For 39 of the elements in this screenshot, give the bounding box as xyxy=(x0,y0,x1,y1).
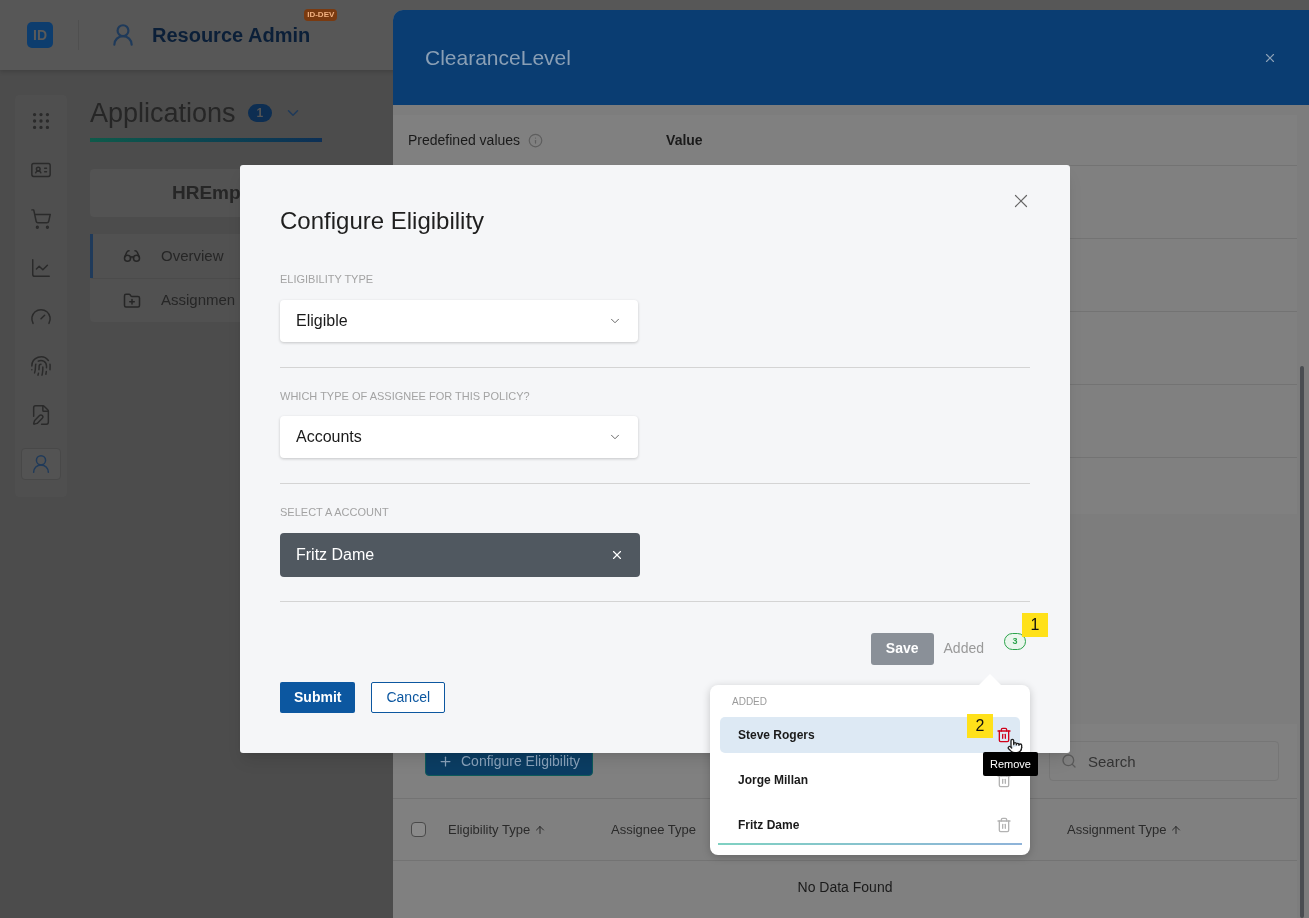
search-field[interactable]: Search xyxy=(1049,741,1279,781)
glasses-icon xyxy=(123,247,141,265)
empty-message: No Data Found xyxy=(797,878,893,897)
cart-icon xyxy=(30,208,52,230)
selected-account-chip[interactable]: Fritz Dame xyxy=(280,532,640,577)
column-header: Value xyxy=(666,130,703,150)
sort-arrow-icon xyxy=(534,823,547,836)
remove-tooltip: Remove xyxy=(983,752,1038,776)
plus-icon xyxy=(438,753,453,769)
app-logo: ID xyxy=(27,22,53,48)
count-badge: 3 xyxy=(1004,633,1026,650)
drawer-header: ClearanceLevel xyxy=(393,10,1309,105)
column-header[interactable]: Eligibility Type xyxy=(448,819,611,840)
info-icon xyxy=(528,132,544,148)
field-label: WHICH TYPE OF ASSIGNEE FOR THIS POLICY? xyxy=(280,388,530,404)
count-badge: 1 xyxy=(247,104,273,122)
sort-arrow-icon xyxy=(1170,823,1183,836)
field-label: SELECT A ACCOUNT xyxy=(280,505,389,520)
popover-heading: ADDED xyxy=(731,695,767,709)
chart-icon xyxy=(30,257,52,279)
folder-plus-icon xyxy=(123,291,141,310)
search-icon xyxy=(1061,753,1077,769)
select-field[interactable]: Eligible xyxy=(280,299,638,342)
annotation-marker: 1 xyxy=(1022,613,1048,637)
grid-icon xyxy=(30,110,52,132)
select-all-checkbox[interactable] xyxy=(411,822,426,837)
column-header: Predefined values xyxy=(408,130,521,150)
app-title: Resource Admin xyxy=(152,23,311,48)
person-icon xyxy=(110,22,136,48)
fingerprint-icon xyxy=(30,355,52,377)
rail-item[interactable] xyxy=(21,448,61,480)
select-field[interactable]: Accounts xyxy=(280,416,638,458)
document-edit-icon xyxy=(30,404,52,426)
submit-button[interactable]: Submit xyxy=(280,681,356,713)
annotation-marker: 2 xyxy=(967,714,993,738)
cancel-button[interactable]: Cancel xyxy=(371,681,446,713)
column-header[interactable]: Assignment Type xyxy=(1067,819,1183,840)
person-icon xyxy=(30,453,52,475)
environment-badge: ID-DEV xyxy=(304,9,338,21)
